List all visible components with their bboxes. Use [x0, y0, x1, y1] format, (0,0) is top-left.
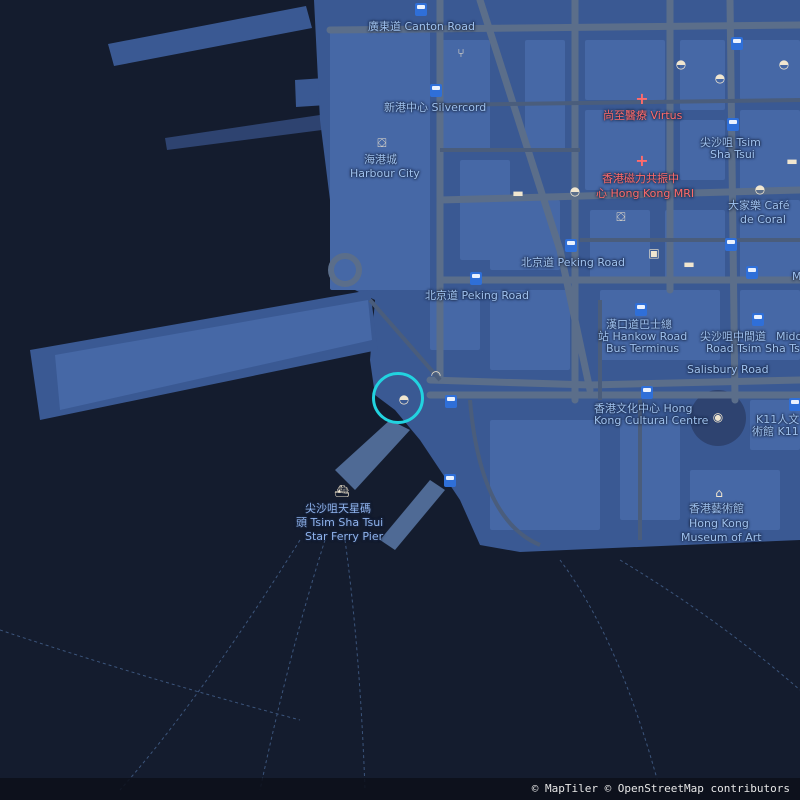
- bus-stop-icon[interactable]: [445, 395, 457, 408]
- hotel-bed-icon[interactable]: ▬: [510, 185, 526, 201]
- bus-stop-icon[interactable]: [641, 386, 653, 399]
- shopping-bag-icon[interactable]: ⛋: [613, 209, 629, 225]
- location-marker[interactable]: [372, 372, 424, 424]
- middle-road-label-2[interactable]: Road Tsim Sha Ts: [706, 342, 800, 355]
- bus-stop-icon[interactable]: [470, 272, 482, 285]
- harbour-city-label-1[interactable]: 海港城: [364, 153, 397, 166]
- ferry-pier-label-2[interactable]: 頭 Tsim Sha Tsui: [296, 516, 383, 529]
- bus-stop-icon[interactable]: [444, 474, 456, 487]
- cafe-label-1[interactable]: 大家樂 Café: [728, 199, 790, 212]
- harbour-city-label-2[interactable]: Harbour City: [350, 167, 420, 180]
- bus-stop-icon[interactable]: [565, 239, 577, 252]
- fast-food-icon[interactable]: ◓: [712, 70, 728, 86]
- fast-food-icon[interactable]: ◓: [776, 56, 792, 72]
- middle-road-label-prefix[interactable]: Midd: [776, 330, 800, 343]
- peking-stop-label[interactable]: 北京道 Peking Road: [521, 256, 625, 269]
- museum-label-3[interactable]: Museum of Art: [681, 531, 762, 544]
- medical-cross-icon[interactable]: +: [634, 153, 650, 169]
- museum-label-1[interactable]: 香港藝術館: [689, 502, 744, 515]
- fast-food-icon[interactable]: ◓: [673, 56, 689, 72]
- salisbury-road-label: Salisbury Road: [687, 363, 769, 376]
- cultural-centre-label-2[interactable]: Kong Cultural Centre: [594, 414, 708, 427]
- bus-stop-icon[interactable]: [635, 303, 647, 316]
- shopping-bag-icon[interactable]: ⛋: [374, 135, 390, 151]
- cafe-label-2[interactable]: de Coral: [740, 213, 786, 226]
- virtus-label[interactable]: 尚至醫療 Virtus: [603, 109, 682, 122]
- map-attribution[interactable]: © MapTiler © OpenStreetMap contributors: [0, 778, 800, 800]
- camera-icon[interactable]: ◉: [710, 409, 726, 425]
- peking-road-label: 北京道 Peking Road: [425, 289, 529, 302]
- bus-stop-icon[interactable]: [752, 313, 764, 326]
- bus-stop-icon[interactable]: [746, 266, 758, 279]
- bus-stop-icon[interactable]: [430, 84, 442, 97]
- bus-stop-icon[interactable]: [789, 398, 800, 411]
- bakery-icon[interactable]: ◠: [428, 367, 444, 383]
- silvercord-label[interactable]: 新港中心 Silvercord: [384, 101, 486, 114]
- canton-road-label: 廣東道 Canton Road: [368, 20, 476, 33]
- edge-label-m: M: [792, 270, 800, 283]
- bus-stop-icon[interactable]: [731, 37, 743, 50]
- bus-stop-icon[interactable]: [725, 238, 737, 251]
- hotel-bed-icon[interactable]: ▬: [681, 256, 697, 272]
- ferry-pier-label-1[interactable]: 尖沙咀天星碼: [305, 502, 371, 515]
- hotel-bed-icon[interactable]: ▬: [784, 153, 800, 169]
- mri-label-1[interactable]: 香港磁力共振中: [602, 172, 679, 185]
- money-icon[interactable]: ▣: [646, 245, 662, 261]
- bus-stop-icon[interactable]: [727, 118, 739, 131]
- medical-cross-icon[interactable]: +: [634, 91, 650, 107]
- ferry-icon[interactable]: ⛴: [334, 483, 350, 499]
- tst-label-2[interactable]: Sha Tsui: [710, 148, 755, 161]
- fast-food-icon[interactable]: ◓: [567, 183, 583, 199]
- map-canvas[interactable]: 廣東道 Canton Road 新港中心 Silvercord 尚至醫療 Vir…: [0, 0, 800, 800]
- restaurant-icon[interactable]: ⑂: [453, 45, 469, 61]
- ferry-pier-label-3[interactable]: Star Ferry Pier: [305, 530, 383, 543]
- museum-icon[interactable]: ⌂: [711, 485, 727, 501]
- fast-food-icon[interactable]: ◓: [752, 181, 768, 197]
- mri-label-2[interactable]: 心 Hong Kong MRI: [596, 187, 694, 200]
- k11-label-2[interactable]: 術館 K11: [752, 425, 799, 438]
- museum-label-2[interactable]: Hong Kong: [689, 517, 749, 530]
- bus-stop-icon[interactable]: [415, 3, 427, 16]
- hankow-label-3[interactable]: Bus Terminus: [606, 342, 679, 355]
